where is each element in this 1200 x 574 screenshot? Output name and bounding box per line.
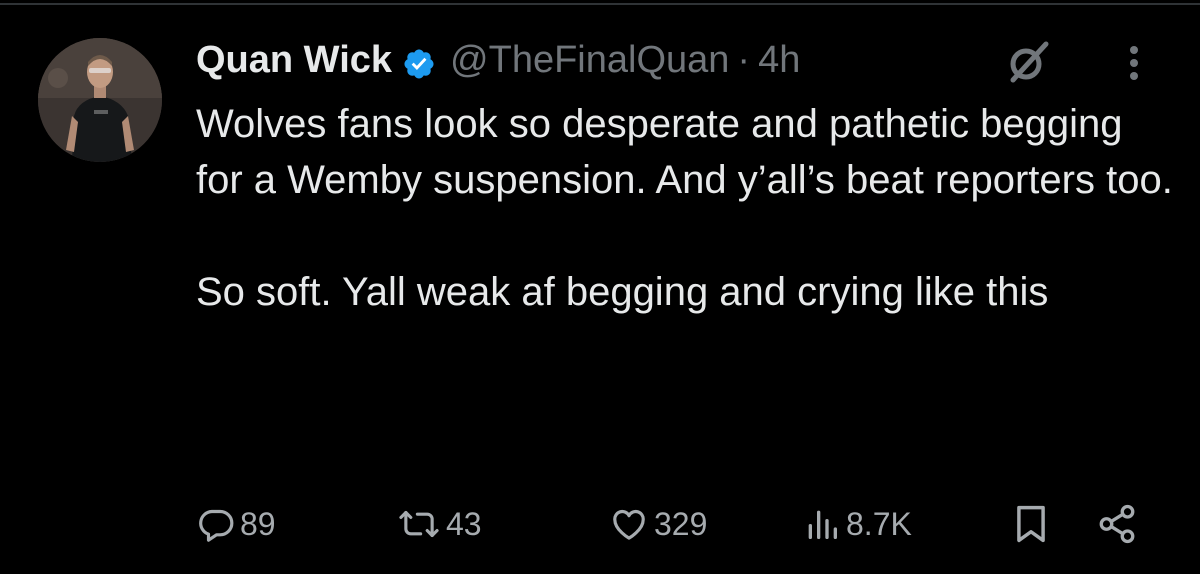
repost-icon	[399, 510, 439, 538]
bookmark-button[interactable]	[1012, 498, 1050, 550]
share-icon	[1099, 504, 1135, 544]
like-icon	[613, 509, 645, 540]
verified-badge-icon[interactable]	[402, 43, 436, 79]
grok-icon[interactable]	[1004, 38, 1052, 86]
bookmark-icon	[1017, 505, 1045, 543]
avatar-photo	[38, 38, 162, 162]
tweet-paragraph: Wolves fans look so desperate and pathet…	[196, 102, 1173, 202]
repost-button[interactable]: 43	[396, 498, 482, 550]
display-name[interactable]: Quan Wick	[196, 34, 392, 86]
like-button[interactable]: 329	[608, 498, 707, 550]
like-count: 329	[654, 505, 708, 542]
reply-icon	[199, 509, 234, 542]
views-icon	[808, 510, 837, 539]
separator-dot: ·	[737, 39, 751, 81]
avatar[interactable]	[38, 38, 162, 162]
tweet-header: Quan Wick @TheFinalQuan · 4h	[196, 34, 800, 86]
share-button[interactable]	[1096, 498, 1138, 550]
action-bar: 89 43 329 8.7K	[0, 498, 1200, 550]
handle[interactable]: @TheFinalQuan	[450, 34, 729, 86]
timestamp[interactable]: 4h	[758, 34, 800, 86]
repost-count: 43	[446, 505, 482, 542]
reply-count: 89	[240, 505, 276, 542]
views-count: 8.7K	[846, 505, 912, 542]
more-icon[interactable]	[1120, 42, 1148, 84]
tweet-paragraph: So soft. Yall weak af begging and crying…	[196, 270, 1049, 314]
top-divider	[0, 3, 1200, 5]
views-button[interactable]: 8.7K	[802, 498, 912, 550]
tweet-text: Wolves fans look so desperate and pathet…	[196, 96, 1176, 320]
reply-button[interactable]: 89	[196, 498, 276, 550]
